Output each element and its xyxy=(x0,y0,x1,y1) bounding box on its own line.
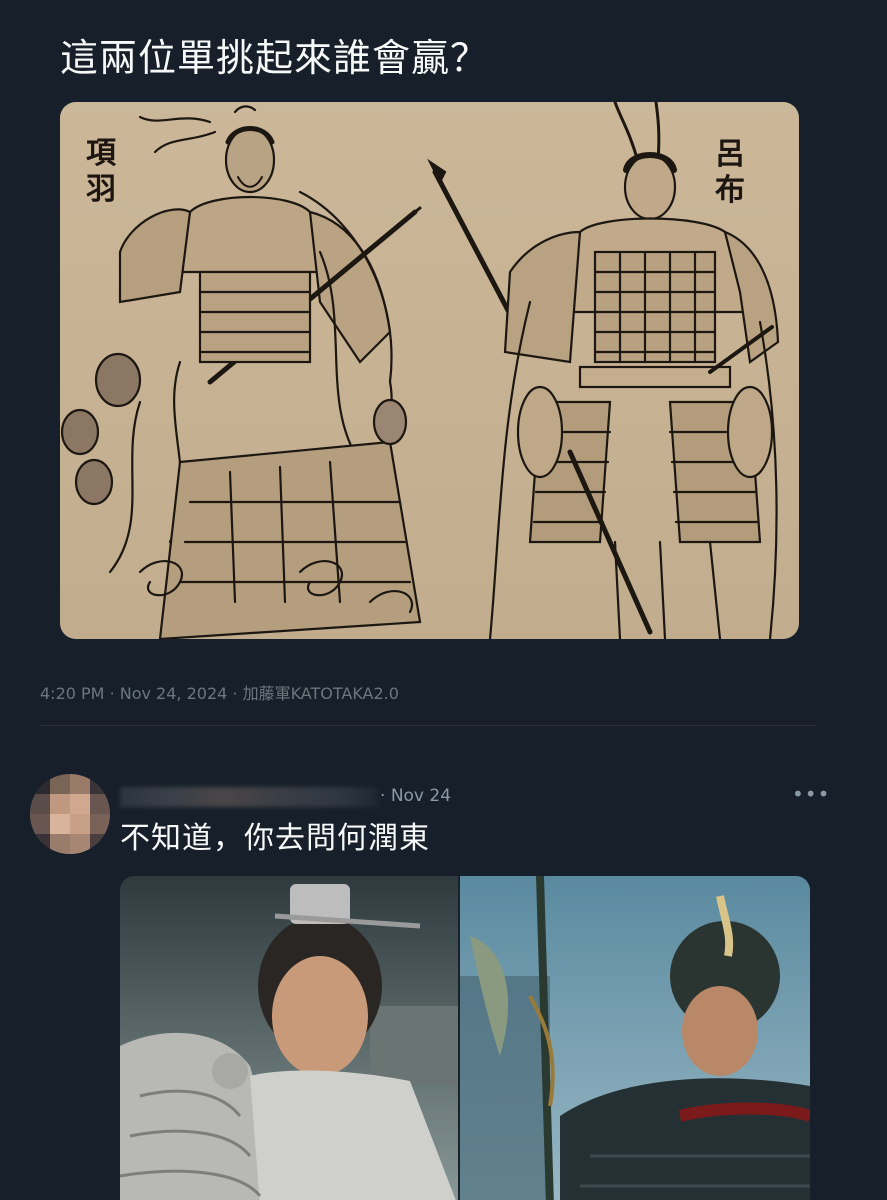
reply-text: 不知道，你去問何潤東 xyxy=(120,821,430,856)
post-meta: 4:20 PM · Nov 24, 2024 · 加藤軍KATOTAKA2.0 xyxy=(40,680,399,704)
meta-separator: · xyxy=(232,684,243,703)
reply-image[interactable] xyxy=(120,876,810,1200)
blurred-username xyxy=(120,787,378,807)
avatar[interactable] xyxy=(30,774,110,854)
post-image[interactable]: 項羽 呂布 xyxy=(60,102,799,639)
photo-collage xyxy=(120,876,810,1200)
post-source[interactable]: 加藤軍KATOTAKA2.0 xyxy=(243,684,399,703)
right-figure-label: 呂布 xyxy=(715,137,745,208)
more-horizontal-icon[interactable]: ••• xyxy=(792,780,829,808)
post-time[interactable]: 4:20 PM xyxy=(40,684,104,703)
meta-separator: · xyxy=(109,684,120,703)
left-figure-label: 項羽 xyxy=(86,136,116,207)
ink-drawing-illustration xyxy=(60,102,799,639)
reply-date: · Nov 24 xyxy=(380,786,452,806)
reply-date-text: Nov 24 xyxy=(390,786,452,806)
post-text: 這兩位單挑起來誰會贏？ xyxy=(60,36,490,80)
divider xyxy=(40,725,816,726)
post-date[interactable]: Nov 24, 2024 xyxy=(120,684,228,703)
